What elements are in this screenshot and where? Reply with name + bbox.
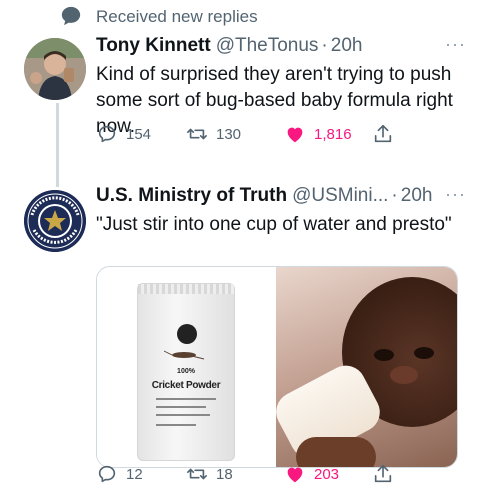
share-icon (374, 124, 392, 143)
media-image-product[interactable]: 100% Cricket Powder (97, 267, 276, 467)
author-handle[interactable]: @TheTonus (216, 34, 319, 58)
more-options-icon[interactable]: ··· (445, 34, 466, 55)
separator: · (321, 35, 328, 56)
brand-logo (177, 324, 197, 344)
tweet[interactable]: Tony Kinnett @TheTonus · 20h ··· Kind of… (96, 34, 466, 140)
reply-count: 154 (126, 125, 152, 143)
tweet-text: "Just stir into one cup of water and pre… (96, 214, 452, 235)
reply-icon (98, 125, 116, 143)
retweet-icon (187, 128, 207, 140)
media-image-baby[interactable] (276, 267, 457, 467)
government-seal-logo (24, 190, 86, 252)
tweet[interactable]: U.S. Ministry of Truth @USMini... · 20h … (96, 184, 466, 238)
product-percent: 100% (177, 368, 195, 375)
like-button[interactable]: 203 (284, 463, 339, 485)
share-button[interactable] (372, 123, 394, 145)
product-name: Cricket Powder (151, 380, 221, 391)
retweet-count: 18 (216, 465, 233, 483)
retweet-count: 130 (216, 125, 242, 143)
separator: · (391, 185, 398, 206)
author-handle[interactable]: @USMini... (292, 184, 388, 208)
author-name[interactable]: Tony Kinnett (96, 34, 211, 58)
heart-icon (287, 467, 303, 483)
fine-print (156, 414, 210, 416)
fine-print (156, 398, 216, 400)
share-icon (374, 464, 392, 483)
share-button[interactable] (372, 463, 394, 485)
like-count: 1,816 (314, 125, 352, 143)
retweet-button[interactable]: 18 (186, 463, 233, 485)
tweet-header: Tony Kinnett @TheTonus · 20h (96, 34, 466, 58)
avatar[interactable] (24, 190, 86, 252)
retweet-button[interactable]: 130 (186, 123, 241, 145)
tweet-text: Kind of surprised they aren't trying to … (96, 64, 453, 137)
cricket-powder-pouch: 100% Cricket Powder (137, 283, 235, 461)
tweet-media[interactable]: 100% Cricket Powder (96, 266, 458, 468)
author-name[interactable]: U.S. Ministry of Truth (96, 184, 287, 208)
heart-icon (287, 127, 303, 143)
speech-bubble-icon (61, 6, 81, 26)
timestamp[interactable]: 20h (401, 184, 433, 208)
thread-connector (56, 103, 59, 187)
fine-print (156, 406, 206, 408)
tweet-header: U.S. Ministry of Truth @USMini... · 20h (96, 184, 466, 208)
person-photo (24, 38, 86, 100)
reply-button[interactable]: 154 (96, 123, 151, 145)
like-count: 203 (314, 465, 340, 483)
reply-icon (98, 465, 116, 483)
header-label: Received new replies (96, 7, 258, 26)
cricket-icon (164, 350, 205, 360)
like-button[interactable]: 1,816 (284, 123, 352, 145)
avatar[interactable] (24, 38, 86, 100)
reply-count: 12 (126, 465, 143, 483)
timestamp[interactable]: 20h (331, 34, 363, 58)
more-options-icon[interactable]: ··· (445, 184, 466, 205)
pouch-seal (138, 284, 234, 294)
reply-button[interactable]: 12 (96, 463, 143, 485)
fine-print (156, 424, 196, 426)
retweet-icon (187, 468, 207, 480)
